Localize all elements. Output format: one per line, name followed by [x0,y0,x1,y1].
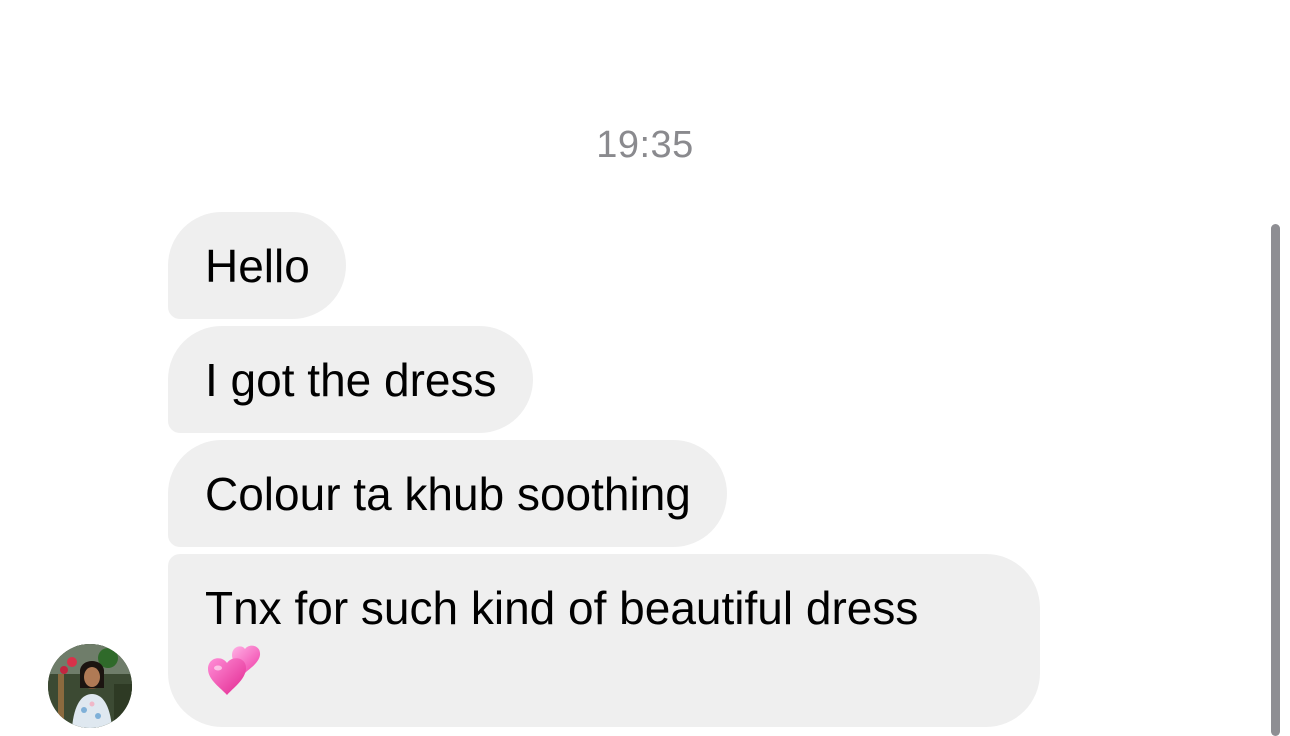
message-timestamp: 19:35 [596,124,694,166]
message-text: I got the dress [205,354,497,406]
message-text: Hello [205,240,310,292]
sender-avatar[interactable] [48,644,132,728]
scrollbar[interactable] [1271,224,1280,736]
message-bubble[interactable]: Tnx for such kind of beautiful dress [168,554,1040,727]
message-bubble[interactable]: Colour ta khub soothing [168,440,727,547]
profile-photo-icon [48,644,132,728]
message-bubble[interactable]: I got the dress [168,326,533,433]
message-text: Tnx for such kind of beautiful dress [205,582,919,634]
chat-screen: 19:35 Hello I got the dress Colour ta kh… [0,0,1290,736]
two-hearts-emoji-icon [205,643,265,699]
message-text: Colour ta khub soothing [205,468,691,520]
message-bubble[interactable]: Hello [168,212,346,319]
